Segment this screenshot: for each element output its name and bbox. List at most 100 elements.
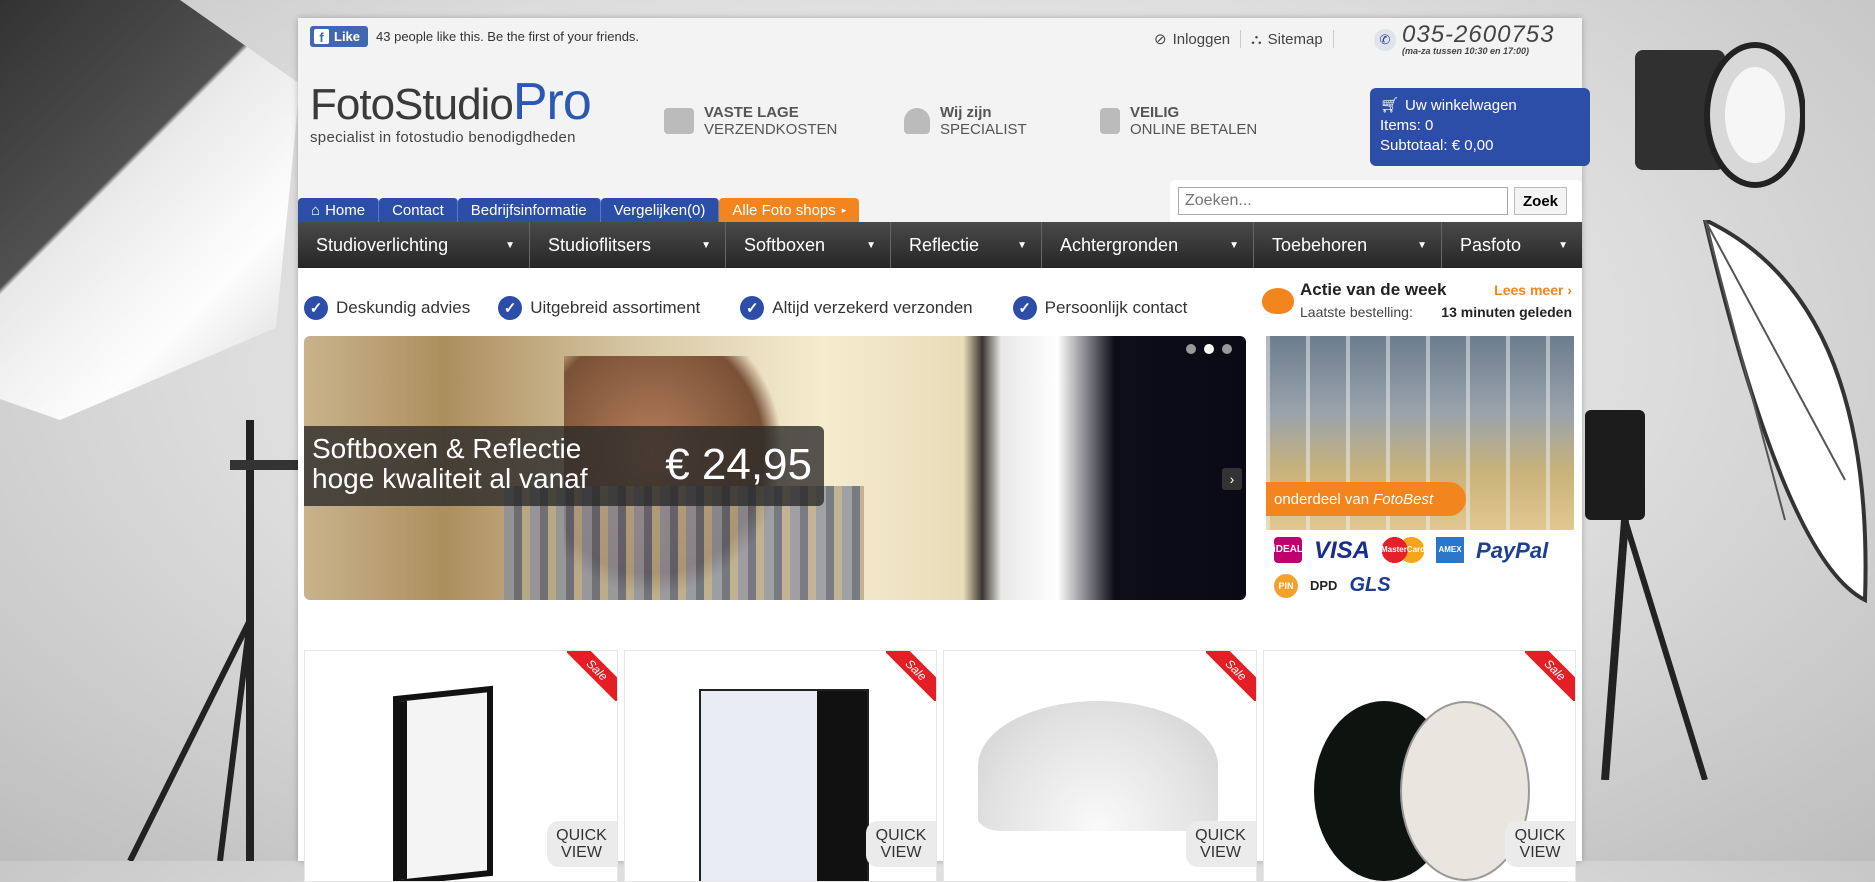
check-item: ✓ Uitgebreid assortiment [498,296,700,320]
check-item: ✓ Deskundig advies [304,296,470,320]
usp-line2: SPECIALIST [940,121,1027,138]
tab-label: Home [325,201,366,219]
truck-icon [664,108,694,134]
site-logo[interactable]: FotoStudioPro specialist in fotostudio b… [310,76,592,146]
promo-label: onderdeel van FotoBest [1266,482,1466,516]
promo-label-text: onderdeel van [1274,490,1370,508]
search-button[interactable]: Zoek [1514,187,1568,215]
menu-item-softboxen[interactable]: Softboxen ▼ [726,222,891,268]
slide-subtitle: hoge kwaliteit al vanaf [312,463,588,494]
product-image-softbox [698,689,869,881]
chevron-down-icon: ▼ [1017,239,1027,251]
product-image-umbrella [978,701,1218,831]
usp-secure: VEILIG ONLINE BETALEN [1100,104,1257,138]
cart-subtotal: Subtotaal: € 0,00 [1380,137,1494,154]
usp-shipping: VASTE LAGE VERZENDKOSTEN [664,104,837,138]
sitemap-label: Sitemap [1267,30,1323,48]
menu-item-pasfoto[interactable]: Pasfoto ▼ [1442,222,1582,268]
lock-icon [1100,108,1120,134]
quick-view-button[interactable]: QUICK VIEW [866,821,936,867]
menu-item-achtergronden[interactable]: Achtergronden ▼ [1042,222,1254,268]
tab-label: Bedrijfsinformatie [470,201,587,219]
menu-label: Softboxen [744,234,826,255]
logo-text: FotoStudio [310,80,514,129]
facebook-like-label: Like [334,29,361,44]
check-label: Altijd verzekerd verzonden [772,298,973,317]
sale-label: Sale [1205,651,1256,701]
product-card[interactable]: Sale QUICK VIEW [623,650,937,882]
cart-title: Uw winkelwagen [1405,97,1517,114]
usp-line1: VEILIG [1130,104,1180,121]
login-link[interactable]: ⊘ Inloggen [1144,30,1240,49]
product-card[interactable]: Sale QUICK VIEW [1262,650,1576,882]
product-card[interactable]: Sale QUICK VIEW [943,650,1257,882]
background-softbox [0,0,300,420]
slider-dot[interactable] [1222,344,1232,354]
sitemap-link[interactable]: ⛬ Sitemap [1241,31,1333,48]
tab-contact[interactable]: Contact [379,198,458,222]
top-tabs: ⌂ Home Contact Bedrijfsinformatie Vergeli… [298,198,860,222]
slider-next-button[interactable]: › [1222,468,1242,490]
usp-line1: Wij zijn [940,104,992,121]
login-label: Inloggen [1172,30,1231,48]
logo-tagline: specialist in fotostudio benodigdheden [310,129,576,146]
gls-logo: GLS [1349,574,1391,596]
main-menu: Studioverlichting ▼ Studioflitsers ▼ Softb… [298,222,1582,268]
slider-dot-active[interactable] [1204,344,1214,354]
read-more-label: Lees meer [1494,282,1564,298]
checkmark-icon: ✓ [1012,296,1037,320]
facebook-like-widget: f Like 43 people like this. Be the first… [310,26,639,47]
menu-item-studioflitsers[interactable]: Studioflitsers ▼ [530,222,726,268]
cart-icon: 🛒︎ [1380,97,1400,114]
login-icon: ⊘ [1154,31,1167,48]
tab-alle-foto-shops[interactable]: Alle Foto shops ▸ [719,198,860,222]
menu-item-reflectie[interactable]: Reflectie ▼ [891,222,1042,268]
mastercard-logo: MasterCard [1381,536,1425,563]
facebook-icon: f [314,29,329,44]
tab-vergelijken[interactable]: Vergelijken(0) [600,198,720,222]
menu-label: Pasfoto [1460,234,1522,255]
home-icon: ⌂ [311,201,321,219]
menu-label: Achtergronden [1060,234,1179,255]
phone-block: ✆ 035-2600753 (ma-za tussen 10:30 en 17:… [1374,23,1554,56]
check-label: Deskundig advies [336,298,471,317]
slide-price: € 24,95 [665,440,812,489]
hero-slider[interactable]: Softboxen & Reflectie hoge kwaliteit al v… [304,336,1246,600]
visa-logo: VISA [1314,536,1371,564]
menu-item-toebehoren[interactable]: Toebehoren ▼ [1254,222,1442,268]
menu-item-studioverlichting[interactable]: Studioverlichting ▼ [298,222,530,268]
search-bar: Zoek [1170,180,1582,222]
slider-dots [1186,344,1232,354]
chevron-down-icon: ▼ [1417,239,1427,251]
tab-home[interactable]: ⌂ Home [298,198,380,222]
deal-title: Actie van de week [1300,280,1447,299]
cart-widget[interactable]: 🛒︎ Uw winkelwagen Items: 0 Subtotaal: € 0… [1370,88,1590,166]
product-card[interactable]: Sale QUICK VIEW [304,650,618,882]
product-image-softbox [393,685,493,881]
search-input[interactable] [1178,187,1508,215]
logo-pro: Pro [512,73,592,131]
usp-line2: VERZENDKOSTEN [704,121,838,138]
chevron-down-icon: ▼ [866,239,876,251]
check-item: ✓ Altijd verzekerd verzonden [740,296,973,320]
tab-bedrijfsinformatie[interactable]: Bedrijfsinformatie [457,198,601,222]
quick-view-button[interactable]: QUICK VIEW [1505,821,1575,867]
sale-label: Sale [886,651,936,701]
promo-banner[interactable]: onderdeel van FotoBest [1266,336,1574,530]
top-links: ⊘ Inloggen ⛬ Sitemap [1144,30,1334,48]
quick-view-button[interactable]: QUICK VIEW [1185,821,1256,867]
checkmark-icon: ✓ [304,296,328,320]
chevron-right-icon: › [1567,282,1572,298]
quick-view-button[interactable]: QUICK VIEW [546,821,617,867]
slider-dot[interactable] [1186,344,1196,354]
read-more-link[interactable]: Lees meer › [1494,282,1572,298]
usp-checklist: ✓ Deskundig advies ✓ Uitgebreid assortimen… [304,296,1187,320]
usp-line1: VASTE LAGE [704,104,799,121]
sale-badge: Sale [1205,651,1256,701]
check-label: Persoonlijk contact [1044,298,1188,317]
checkmark-icon: ✓ [740,296,765,320]
facebook-like-button[interactable]: f Like [310,26,369,47]
cart-items: Items: 0 [1380,117,1434,134]
paypal-logo: PayPal [1476,537,1549,563]
chevron-right-icon: › [1229,471,1235,487]
